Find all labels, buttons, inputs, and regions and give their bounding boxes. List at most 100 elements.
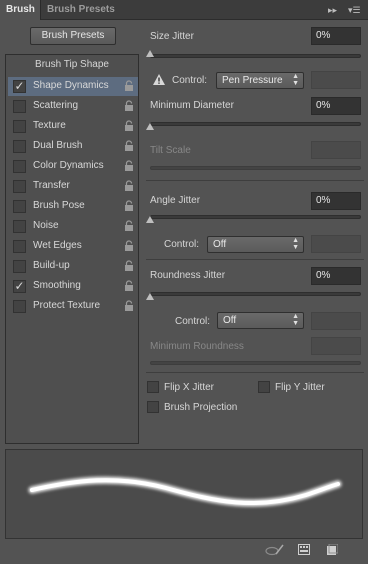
roundness-jitter-slider[interactable]: [150, 292, 361, 296]
list-item-label: Color Dynamics: [33, 160, 104, 171]
list-item[interactable]: Build-up: [8, 257, 138, 276]
list-item[interactable]: Transfer: [8, 177, 138, 196]
list-item-label: Brush Pose: [33, 200, 85, 211]
roundness-jitter-input[interactable]: 0%: [311, 267, 361, 285]
min-roundness-slider: [150, 361, 361, 365]
list-item[interactable]: Color Dynamics: [8, 157, 138, 176]
min-roundness-label: Minimum Roundness: [150, 341, 244, 352]
control-select-2[interactable]: Off ▲ ▼: [207, 236, 304, 253]
list-item[interactable]: Texture: [8, 117, 138, 136]
list-item-label: Scattering: [33, 100, 79, 111]
control-select-2-value: Off: [213, 239, 227, 250]
brush-stroke-image: [28, 476, 342, 507]
checkbox[interactable]: [13, 220, 26, 233]
collapse-icon[interactable]: ▸▸: [328, 0, 337, 20]
control-label-1: Control:: [172, 75, 208, 86]
min-diameter-thumb[interactable]: [146, 123, 154, 130]
chevron-updown-icon: ▲ ▼: [292, 73, 299, 87]
min-roundness-field: [311, 337, 361, 355]
roundness-jitter-thumb[interactable]: [146, 293, 154, 300]
brush-stroke-preview: [5, 449, 363, 539]
size-jitter-input[interactable]: 0%: [311, 27, 361, 45]
size-jitter-slider[interactable]: [150, 54, 361, 58]
list-item[interactable]: Dual Brush: [8, 137, 138, 156]
list-item-label: Dual Brush: [33, 140, 83, 151]
control-3-field: [311, 312, 361, 330]
min-diameter-slider[interactable]: [150, 122, 361, 126]
checkbox-checked[interactable]: ✓: [13, 280, 26, 293]
list-item-label: Texture: [33, 120, 66, 131]
tab-brush-presets[interactable]: Brush Presets: [40, 0, 121, 20]
lock-icon[interactable]: [124, 220, 134, 232]
lock-icon[interactable]: [124, 200, 134, 212]
checkbox-checked[interactable]: ✓: [13, 80, 26, 93]
control-label-2: Control:: [164, 239, 200, 250]
lock-icon[interactable]: [124, 120, 134, 132]
angle-jitter-thumb[interactable]: [146, 216, 154, 223]
tilt-scale-slider: [150, 166, 361, 170]
create-brush-icon[interactable]: [326, 544, 338, 556]
panel-bottom-bar: [0, 540, 368, 564]
list-item-label: Smoothing: [33, 280, 81, 291]
list-item-label: Build-up: [33, 260, 70, 271]
list-item[interactable]: ✓ Shape Dynamics: [8, 77, 138, 96]
new-preset-icon[interactable]: [298, 544, 310, 556]
checkbox[interactable]: [13, 260, 26, 273]
list-item[interactable]: ✓ Smoothing: [8, 277, 138, 296]
angle-jitter-input[interactable]: 0%: [311, 192, 361, 210]
size-jitter-thumb[interactable]: [146, 50, 154, 57]
lock-icon[interactable]: [124, 160, 134, 172]
brush-projection-checkbox[interactable]: [147, 401, 159, 413]
divider: [146, 259, 364, 260]
angle-jitter-slider[interactable]: [150, 215, 361, 219]
lock-icon[interactable]: [124, 280, 134, 292]
brush-presets-button[interactable]: Brush Presets: [30, 27, 116, 45]
divider: [146, 180, 364, 181]
chevron-updown-icon: ▲ ▼: [292, 313, 299, 327]
list-item[interactable]: Noise: [8, 217, 138, 236]
lock-icon[interactable]: [124, 80, 134, 92]
lock-icon[interactable]: [124, 140, 134, 152]
lock-icon[interactable]: [124, 260, 134, 272]
checkbox[interactable]: [13, 100, 26, 113]
divider: [146, 372, 364, 373]
lock-icon[interactable]: [124, 300, 134, 312]
pressure-toggle-icon[interactable]: [265, 544, 285, 556]
checkbox[interactable]: [13, 240, 26, 253]
chevron-updown-icon: ▲ ▼: [292, 237, 299, 251]
min-diameter-input[interactable]: 0%: [311, 97, 361, 115]
control-select-1[interactable]: Pen Pressure ▲ ▼: [216, 72, 304, 89]
checkbox[interactable]: [13, 200, 26, 213]
list-item-label: Shape Dynamics: [33, 80, 109, 91]
flip-x-label: Flip X Jitter: [164, 382, 215, 393]
flip-y-checkbox[interactable]: [258, 381, 270, 393]
list-item[interactable]: Scattering: [8, 97, 138, 116]
panel-menu-icon[interactable]: ▾☰: [348, 0, 361, 20]
lock-icon[interactable]: [124, 240, 134, 252]
list-item-label: Transfer: [33, 180, 70, 191]
tilt-scale-field: [311, 141, 361, 159]
checkbox[interactable]: [13, 180, 26, 193]
checkbox[interactable]: [13, 300, 26, 313]
control-select-1-value: Pen Pressure: [222, 75, 283, 86]
lock-icon[interactable]: [124, 100, 134, 112]
checkbox[interactable]: [13, 160, 26, 173]
control-1-field: [311, 71, 361, 89]
size-jitter-label: Size Jitter: [150, 31, 194, 42]
brush-projection-label: Brush Projection: [164, 402, 238, 413]
control-select-3[interactable]: Off ▲ ▼: [217, 312, 304, 329]
list-item[interactable]: Brush Pose: [8, 197, 138, 216]
brush-tip-shape-item[interactable]: Brush Tip Shape: [6, 59, 138, 70]
checkbox[interactable]: [13, 120, 26, 133]
flip-y-label: Flip Y Jitter: [275, 382, 325, 393]
list-item-label: Noise: [33, 220, 59, 231]
lock-icon[interactable]: [124, 180, 134, 192]
tilt-scale-label: Tilt Scale: [150, 145, 191, 156]
brush-settings-list: Brush Tip Shape ✓ Shape Dynamics Scatterin…: [5, 54, 139, 444]
list-item[interactable]: Protect Texture: [8, 297, 138, 316]
flip-x-checkbox[interactable]: [147, 381, 159, 393]
tab-brush[interactable]: Brush: [0, 0, 41, 20]
checkbox[interactable]: [13, 140, 26, 153]
list-item[interactable]: Wet Edges: [8, 237, 138, 256]
warning-icon: [153, 74, 165, 85]
